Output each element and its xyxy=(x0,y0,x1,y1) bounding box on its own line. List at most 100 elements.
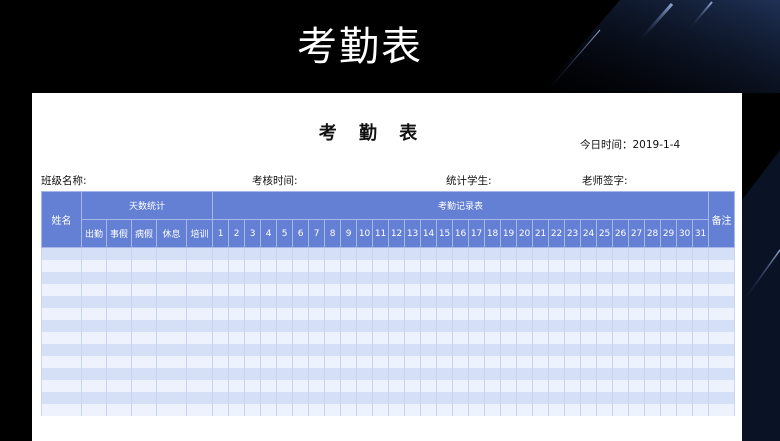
table-cell[interactable] xyxy=(356,284,374,296)
table-cell[interactable] xyxy=(244,308,262,320)
table-cell[interactable] xyxy=(404,260,422,272)
table-cell[interactable] xyxy=(660,296,678,308)
table-cell[interactable] xyxy=(500,260,518,272)
table-cell[interactable] xyxy=(260,284,278,296)
table-cell[interactable] xyxy=(516,356,534,368)
table-cell[interactable] xyxy=(292,332,310,344)
table-cell[interactable] xyxy=(516,368,534,380)
table-cell[interactable] xyxy=(404,284,422,296)
table-cell[interactable] xyxy=(388,272,406,284)
table-cell[interactable] xyxy=(452,356,470,368)
table-cell[interactable] xyxy=(356,404,374,416)
table-cell[interactable] xyxy=(292,308,310,320)
table-cell[interactable] xyxy=(580,296,598,308)
table-cell[interactable] xyxy=(228,296,246,308)
table-cell[interactable] xyxy=(244,260,262,272)
table-cell[interactable] xyxy=(185,308,214,320)
table-cell[interactable] xyxy=(388,392,406,404)
table-cell[interactable] xyxy=(708,380,736,392)
table-cell[interactable] xyxy=(564,380,582,392)
table-cell[interactable] xyxy=(564,284,582,296)
table-cell[interactable] xyxy=(185,260,214,272)
table-cell[interactable] xyxy=(372,344,390,356)
table-cell[interactable] xyxy=(452,247,470,260)
table-cell[interactable] xyxy=(404,296,422,308)
table-cell[interactable] xyxy=(580,247,598,260)
table-cell[interactable] xyxy=(644,260,662,272)
table-cell[interactable] xyxy=(388,320,406,332)
table-cell[interactable] xyxy=(185,320,214,332)
table-cell[interactable] xyxy=(612,404,630,416)
table-cell[interactable] xyxy=(516,332,534,344)
table-cell[interactable] xyxy=(580,308,598,320)
table-cell[interactable] xyxy=(131,272,157,284)
table-cell[interactable] xyxy=(324,296,342,308)
table-cell[interactable] xyxy=(185,272,214,284)
table-cell[interactable] xyxy=(692,332,710,344)
table-cell[interactable] xyxy=(484,272,502,284)
table-cell[interactable] xyxy=(356,392,374,404)
table-cell[interactable] xyxy=(244,380,262,392)
table-cell[interactable] xyxy=(228,356,246,368)
table-cell[interactable] xyxy=(676,368,694,380)
table-cell[interactable] xyxy=(452,308,470,320)
table-cell[interactable] xyxy=(228,392,246,404)
table-cell[interactable] xyxy=(676,308,694,320)
table-cell[interactable] xyxy=(468,344,486,356)
table-cell[interactable] xyxy=(372,332,390,344)
table-cell[interactable] xyxy=(41,272,82,284)
table-cell[interactable] xyxy=(580,368,598,380)
table-cell[interactable] xyxy=(244,296,262,308)
table-cell[interactable] xyxy=(500,404,518,416)
table-cell[interactable] xyxy=(388,404,406,416)
table-cell[interactable] xyxy=(516,308,534,320)
table-cell[interactable] xyxy=(308,296,326,308)
table-cell[interactable] xyxy=(628,380,646,392)
table-cell[interactable] xyxy=(532,284,550,296)
table-cell[interactable] xyxy=(340,296,358,308)
table-cell[interactable] xyxy=(692,320,710,332)
table-cell[interactable] xyxy=(532,380,550,392)
table-cell[interactable] xyxy=(340,380,358,392)
table-cell[interactable] xyxy=(324,272,342,284)
table-cell[interactable] xyxy=(596,344,614,356)
table-cell[interactable] xyxy=(596,404,614,416)
table-cell[interactable] xyxy=(468,392,486,404)
table-cell[interactable] xyxy=(276,404,294,416)
table-cell[interactable] xyxy=(260,392,278,404)
table-cell[interactable] xyxy=(156,380,187,392)
table-cell[interactable] xyxy=(612,308,630,320)
table-cell[interactable] xyxy=(41,404,82,416)
table-cell[interactable] xyxy=(420,320,438,332)
table-cell[interactable] xyxy=(548,320,566,332)
table-cell[interactable] xyxy=(484,344,502,356)
table-cell[interactable] xyxy=(212,392,230,404)
table-cell[interactable] xyxy=(548,368,566,380)
table-cell[interactable] xyxy=(244,368,262,380)
table-cell[interactable] xyxy=(106,296,132,308)
table-cell[interactable] xyxy=(41,308,82,320)
table-cell[interactable] xyxy=(372,272,390,284)
table-cell[interactable] xyxy=(131,344,157,356)
table-cell[interactable] xyxy=(106,284,132,296)
table-cell[interactable] xyxy=(131,320,157,332)
table-cell[interactable] xyxy=(244,247,262,260)
table-cell[interactable] xyxy=(324,392,342,404)
table-cell[interactable] xyxy=(612,332,630,344)
table-cell[interactable] xyxy=(106,404,132,416)
table-cell[interactable] xyxy=(228,368,246,380)
table-cell[interactable] xyxy=(244,356,262,368)
table-cell[interactable] xyxy=(692,272,710,284)
table-cell[interactable] xyxy=(596,308,614,320)
table-cell[interactable] xyxy=(676,404,694,416)
table-cell[interactable] xyxy=(516,272,534,284)
table-cell[interactable] xyxy=(596,368,614,380)
table-cell[interactable] xyxy=(388,247,406,260)
table-cell[interactable] xyxy=(644,332,662,344)
table-cell[interactable] xyxy=(596,380,614,392)
table-cell[interactable] xyxy=(500,320,518,332)
table-cell[interactable] xyxy=(131,332,157,344)
table-cell[interactable] xyxy=(452,368,470,380)
table-cell[interactable] xyxy=(292,296,310,308)
table-cell[interactable] xyxy=(660,332,678,344)
